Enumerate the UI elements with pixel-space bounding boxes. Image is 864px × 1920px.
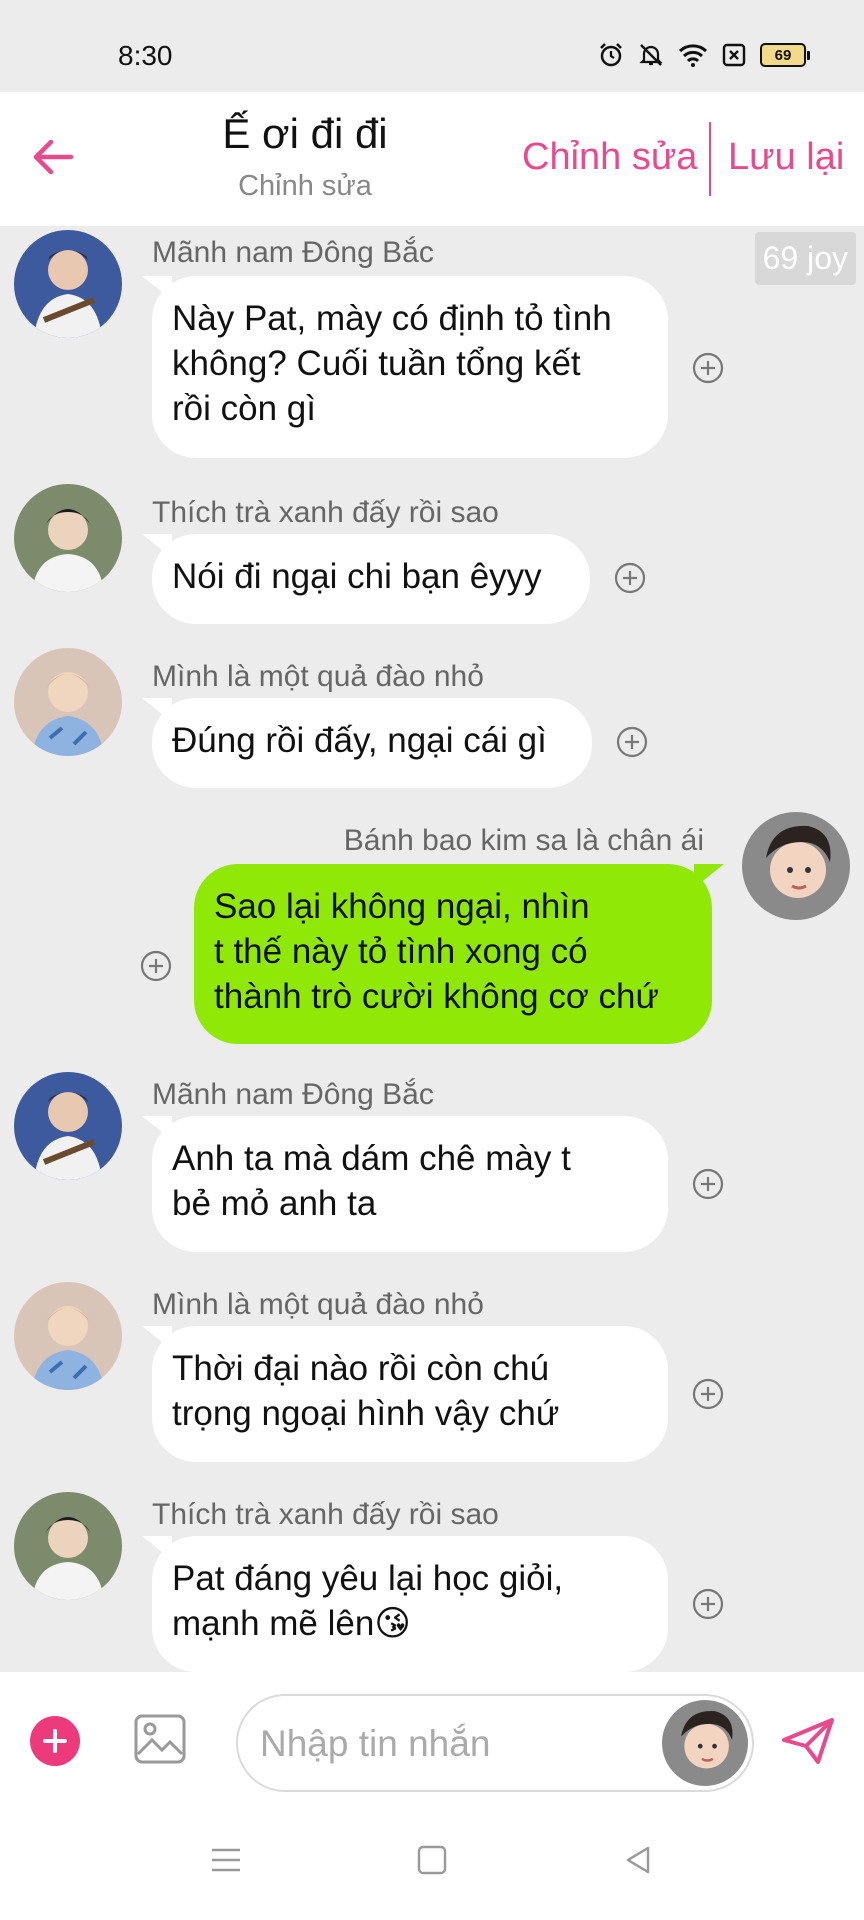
chat-area[interactable]: 69 joy Mãnh nam Đông Bắc Này Pat, mày có… [0,226,864,1672]
sender-name: Thích trà xanh đấy rồi sao [152,496,499,529]
system-nav-bar [0,1806,864,1920]
message-line: mạnh mẽ lên😘 [172,1604,411,1643]
send-icon[interactable] [780,1716,836,1766]
chat-header: Ế ơi đi đi Chỉnh sửa Chỉnh sửa Lưu lại [0,92,864,226]
wifi-icon [678,43,708,67]
add-reaction-icon[interactable] [616,726,648,758]
message-bubble[interactable]: Pat đáng yêu lại học giỏi, mạnh mẽ lên😘 [152,1536,668,1672]
status-time: 8:30 [118,40,173,71]
plus-icon [43,1729,67,1753]
add-reaction-icon[interactable] [692,1168,724,1200]
home-icon[interactable] [416,1844,448,1876]
add-reaction-icon[interactable] [692,1378,724,1410]
sender-name: Mãnh nam Đông Bắc [152,1078,434,1111]
message-bubble[interactable]: Đúng rồi đấy, ngại cái gì [152,698,592,788]
my-avatar[interactable] [742,812,850,920]
mute-icon [638,42,664,68]
message-bubble[interactable]: Anh ta mà dám chê mày t bẻ mỏ anh ta [152,1116,668,1252]
message-line: t thế này tỏ tình xong có [214,932,588,971]
sim-icon [722,43,746,67]
message-bubble-mine[interactable]: Sao lại không ngại, nhìn t thế này tỏ tì… [194,864,712,1044]
save-button[interactable]: Lưu lại [728,136,844,179]
composer-bar [0,1672,864,1806]
message-line: bẻ mỏ anh ta [172,1184,377,1223]
message-line: Nói đi ngại chi bạn êyyy [172,557,542,596]
back-nav-icon[interactable] [622,1844,654,1876]
joy-badge: 69 joy [754,232,856,285]
message-line: Thời đại nào rồi còn chú [172,1349,550,1388]
message-bubble[interactable]: Thời đại nào rồi còn chú trọng ngoại hìn… [152,1326,668,1462]
avatar[interactable] [14,648,122,756]
message-line: rồi còn gì [172,389,316,428]
status-bar: 8:30 69 [0,0,864,92]
add-reaction-icon[interactable] [140,950,172,982]
message-line: Này Pat, mày có định tỏ tình [172,299,612,338]
avatar[interactable] [14,230,122,338]
add-reaction-icon[interactable] [614,562,646,594]
add-reaction-icon[interactable] [692,1588,724,1620]
message-line: Sao lại không ngại, nhìn [214,887,590,926]
menu-icon[interactable] [210,1844,242,1876]
message-line: Đúng rồi đấy, ngại cái gì [172,721,547,760]
chat-title: Ế ơi đi đi [222,110,388,157]
message-line: Anh ta mà dám chê mày t [172,1139,571,1178]
battery-icon: 69 [760,43,810,67]
edit-button[interactable]: Chỉnh sửa [522,136,697,179]
avatar[interactable] [14,1072,122,1180]
avatar[interactable] [14,1282,122,1390]
sender-name: Mình là một quả đào nhỏ [152,1288,484,1321]
message-bubble[interactable]: Nói đi ngại chi bạn êyyy [152,534,590,624]
message-bubble[interactable]: Này Pat, mày có định tỏ tình không? Cuối… [152,276,668,458]
sender-name: Mình là một quả đào nhỏ [152,660,484,693]
add-reaction-icon[interactable] [692,352,724,384]
message-line: thành trò cười không cơ chứ [214,977,659,1016]
message-line: không? Cuối tuần tổng kết [172,344,581,383]
image-icon[interactable] [134,1714,186,1764]
alarm-icon [598,42,624,68]
chat-subtitle[interactable]: Chỉnh sửa [0,170,610,203]
message-line: Pat đáng yêu lại học giỏi, [172,1559,564,1598]
persona-avatar[interactable] [662,1700,748,1786]
sender-name: Bánh bao kim sa là chân ái [343,824,704,857]
header-divider [709,122,711,196]
avatar[interactable] [14,1492,122,1600]
sender-name: Mãnh nam Đông Bắc [152,236,434,269]
message-input[interactable] [260,1718,650,1770]
add-button[interactable] [30,1716,80,1766]
message-input-wrapper [236,1694,754,1792]
sender-name: Thích trà xanh đấy rồi sao [152,1498,499,1531]
message-line: trọng ngoại hình vậy chứ [172,1394,560,1433]
status-icons: 69 [598,42,810,68]
avatar[interactable] [14,484,122,592]
